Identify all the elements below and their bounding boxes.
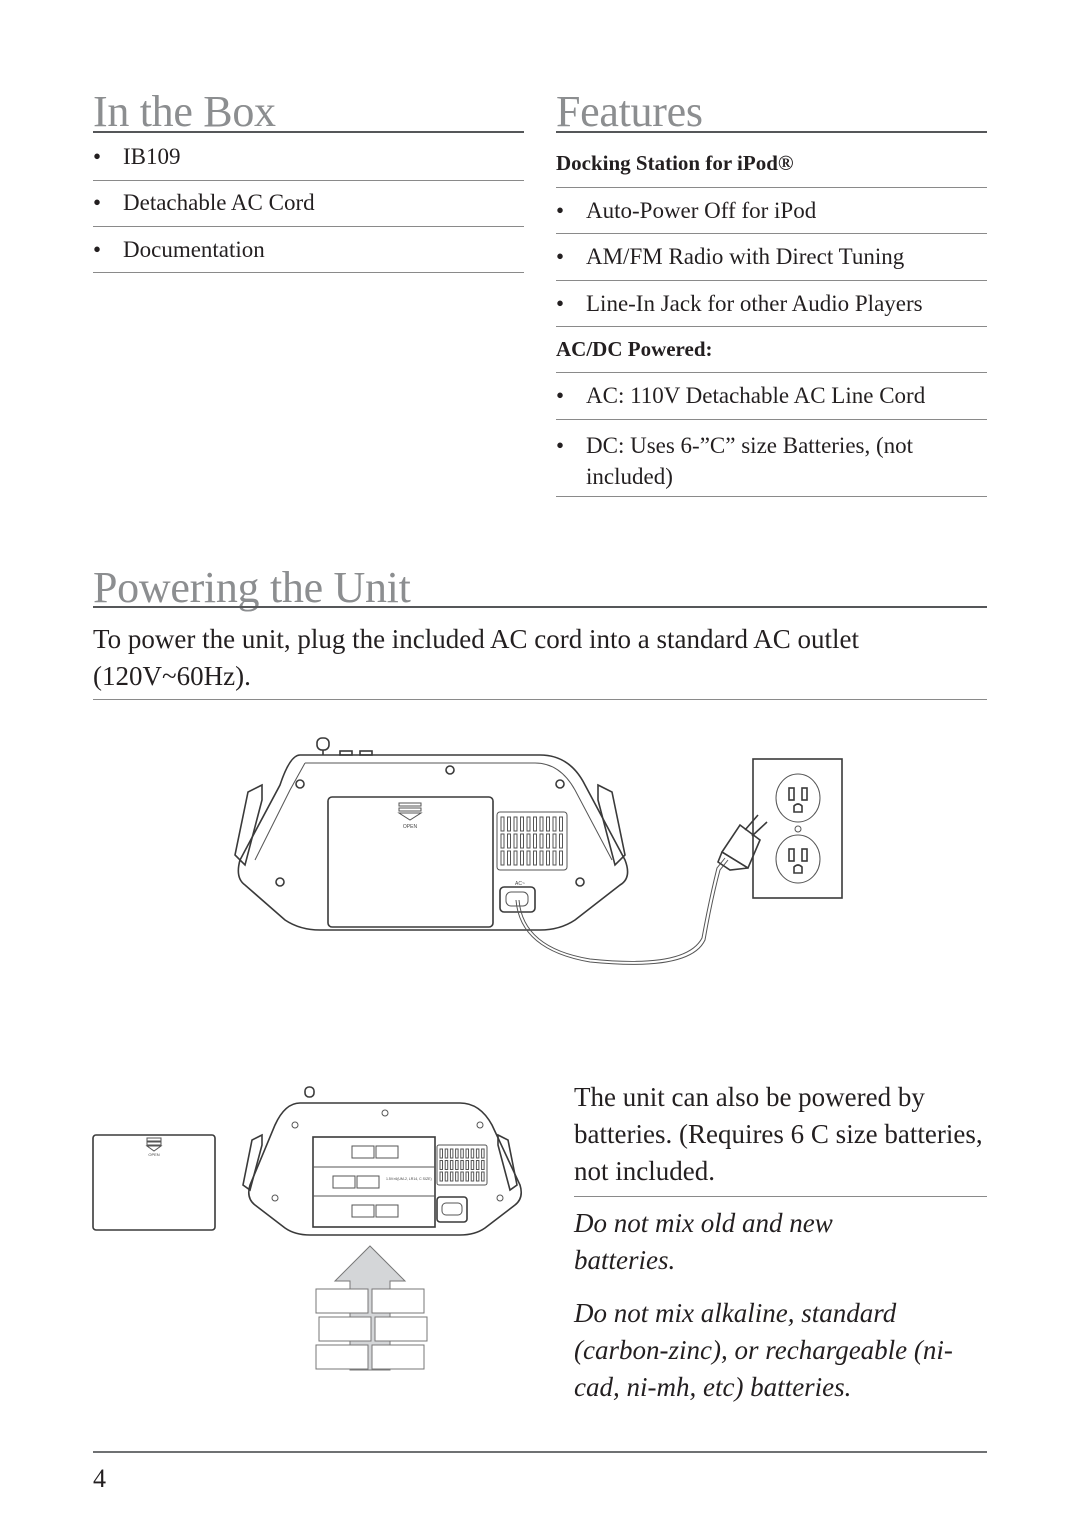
- vent-slot: [507, 850, 511, 866]
- vent-slot: [552, 833, 557, 849]
- vent-slot: [470, 1160, 475, 1170]
- open-arrow-icon: [397, 802, 423, 821]
- wall-outlet: [752, 758, 843, 899]
- vent-slot: [526, 816, 531, 832]
- vent-slot: [526, 833, 531, 849]
- vent-slot: [500, 850, 505, 866]
- battery-info: The unit can also be powered by batterie…: [574, 1082, 983, 1186]
- vent-slot: [513, 850, 518, 866]
- vent-slot: [552, 850, 557, 866]
- vent-slot: [475, 1148, 480, 1159]
- battery-icon: [315, 1288, 369, 1314]
- vent-slot: [460, 1160, 464, 1170]
- battery-spec-label: 1.5V×6(UM-2, LR14, C SIZE): [386, 1177, 432, 1181]
- battery-icon: [315, 1344, 369, 1370]
- vent-slot: [444, 1171, 449, 1182]
- vent-slot: [546, 816, 550, 832]
- vent-slot: [465, 1171, 469, 1182]
- vent-slot: [455, 1148, 459, 1159]
- vent-slot: [449, 1160, 454, 1170]
- vent-slot: [449, 1148, 454, 1159]
- vent-slot: [539, 833, 544, 849]
- vent-slot: [465, 1160, 469, 1170]
- vent-slot: [559, 833, 563, 849]
- ac-label: AC~: [515, 881, 525, 887]
- vent-slot: [559, 816, 563, 832]
- battery-icons: [315, 1288, 428, 1370]
- vent-slot: [481, 1171, 485, 1182]
- battery-icon: [371, 1288, 425, 1314]
- vent-slot: [513, 833, 518, 849]
- vent-slot: [520, 850, 524, 866]
- outlet-socket-bottom: [775, 834, 821, 884]
- open-arrow-icon: [145, 1137, 163, 1152]
- vent-slot: [470, 1148, 475, 1159]
- vent-slot: [546, 833, 550, 849]
- removed-battery-door: [92, 1134, 216, 1231]
- vent-slot: [507, 833, 511, 849]
- antenna-icon: [316, 737, 330, 755]
- vent-slot: [552, 816, 557, 832]
- vent-slot: [439, 1148, 443, 1159]
- vent-slot: [470, 1171, 475, 1182]
- vent-slot: [526, 850, 531, 866]
- battery-icon: [318, 1316, 372, 1342]
- page-number: 4: [93, 1464, 106, 1493]
- vent-slot: [439, 1171, 443, 1182]
- outlet-socket-top: [775, 773, 821, 823]
- antenna-icon: [304, 1086, 315, 1098]
- battery-icon: [371, 1344, 425, 1370]
- battery-slots: [332, 1145, 399, 1218]
- divider: [574, 1196, 987, 1197]
- vent-slot: [533, 850, 537, 866]
- open-label: OPEN: [148, 1152, 159, 1157]
- vent-slot: [444, 1148, 449, 1159]
- vent-slot: [481, 1148, 485, 1159]
- plug-icon: [717, 814, 768, 871]
- vent-slot: [559, 850, 563, 866]
- vent-slot: [533, 833, 537, 849]
- vent-slot: [520, 816, 524, 832]
- vent-slot: [460, 1148, 464, 1159]
- vent-slot: [507, 816, 511, 832]
- vent-slot: [444, 1160, 449, 1170]
- vent-slot: [546, 850, 550, 866]
- vent-slot: [475, 1160, 480, 1170]
- footer-rule: [93, 1451, 987, 1453]
- screw-icons: [275, 765, 585, 887]
- power-cord: [515, 859, 729, 965]
- warning-mix-old-new: Do not mix old and new batteries.: [574, 1208, 833, 1275]
- vent-slot: [481, 1160, 485, 1170]
- vent-slot: [465, 1148, 469, 1159]
- vent-slot: [449, 1171, 454, 1182]
- vent-slot: [455, 1160, 459, 1170]
- open-label: OPEN: [403, 824, 418, 830]
- vent-slot: [439, 1160, 443, 1170]
- battery-door: [327, 796, 494, 928]
- unit-body: [248, 1102, 522, 1236]
- vent-grille: [436, 1144, 488, 1186]
- vent-slot: [455, 1171, 459, 1182]
- vent-slot: [500, 816, 505, 832]
- vent-slot: [460, 1171, 464, 1182]
- vent-slot: [539, 850, 544, 866]
- vent-slot: [533, 816, 537, 832]
- vent-slot: [513, 816, 518, 832]
- vent-slot: [500, 833, 505, 849]
- outlet-screw-icon: [794, 825, 802, 833]
- vent-slot: [520, 833, 524, 849]
- battery-icon: [374, 1316, 428, 1342]
- vent-slot: [475, 1171, 480, 1182]
- warning-mix-types: Do not mix alkaline, standard (carbon-zi…: [574, 1298, 953, 1402]
- vent-slot: [539, 816, 544, 832]
